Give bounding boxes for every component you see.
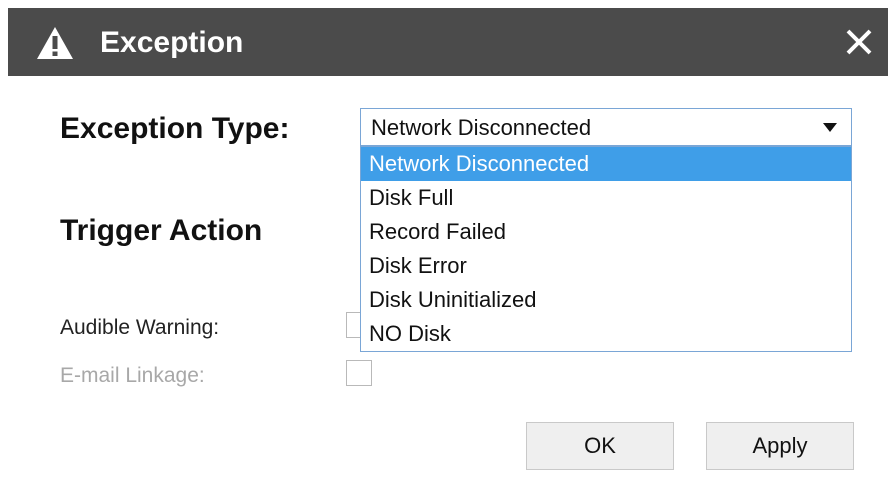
dropdown-option-record-failed[interactable]: Record Failed (361, 215, 851, 249)
email-linkage-label: E-mail Linkage: (60, 364, 205, 387)
trigger-action-heading: Trigger Action (60, 214, 263, 247)
dialog-title: Exception (100, 26, 244, 59)
audible-warning-label: Audible Warning: (60, 316, 220, 339)
exception-type-select[interactable]: Network Disconnected (360, 108, 852, 146)
exception-dialog: Exception Exception Type: Network Discon… (0, 0, 896, 496)
dropdown-option-network-disconnected[interactable]: Network Disconnected (361, 147, 851, 181)
apply-button[interactable]: Apply (706, 422, 854, 470)
dropdown-option-disk-uninitialized[interactable]: Disk Uninitialized (361, 283, 851, 317)
dropdown-option-no-disk[interactable]: NO Disk (361, 317, 851, 351)
dropdown-option-disk-error[interactable]: Disk Error (361, 249, 851, 283)
exception-type-selected-value: Network Disconnected (371, 115, 592, 140)
close-icon[interactable] (844, 27, 874, 57)
ok-button[interactable]: OK (526, 422, 674, 470)
chevron-down-icon (823, 123, 837, 132)
warning-icon (37, 27, 73, 59)
dialog-titlebar: Exception (8, 8, 888, 76)
dropdown-option-disk-full[interactable]: Disk Full (361, 181, 851, 215)
exception-type-dropdown-list: Network Disconnected Disk Full Record Fa… (360, 146, 852, 352)
email-linkage-checkbox[interactable] (346, 360, 372, 386)
exception-type-label: Exception Type: (60, 112, 290, 145)
